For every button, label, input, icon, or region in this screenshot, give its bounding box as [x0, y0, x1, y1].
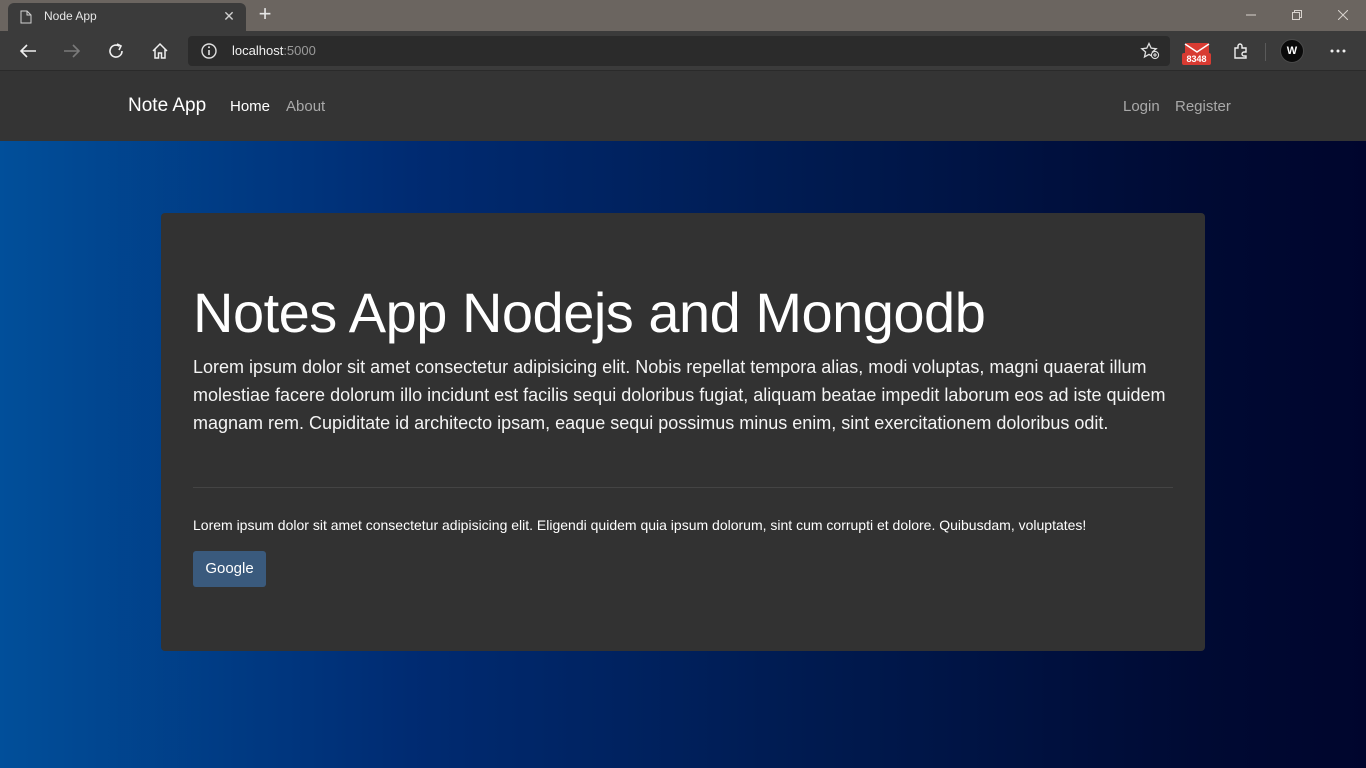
mail-count-badge: 8348: [1182, 53, 1211, 65]
window-close-icon[interactable]: [1320, 0, 1366, 30]
add-favorite-icon[interactable]: [1140, 42, 1160, 60]
browser-toolbar: localhost:5000 8348 W: [0, 31, 1366, 71]
nav-link-login[interactable]: Login: [1123, 98, 1160, 115]
lead-paragraph: Lorem ipsum dolor sit amet consectetur a…: [193, 357, 1166, 433]
restore-icon[interactable]: [1274, 0, 1320, 30]
minimize-icon[interactable]: [1228, 0, 1274, 30]
nav-link-about[interactable]: About: [286, 98, 325, 115]
extensions-icon[interactable]: [1225, 35, 1257, 67]
url-text: localhost:5000: [232, 43, 316, 58]
tab-title: Node App: [44, 9, 97, 23]
refresh-icon[interactable]: [100, 35, 132, 67]
toolbar-divider: [1265, 43, 1266, 61]
page-title: Notes App Nodejs and Mongodb: [193, 281, 986, 344]
new-tab-icon[interactable]: +: [254, 3, 276, 27]
address-bar[interactable]: localhost:5000: [188, 36, 1170, 66]
browser-tab[interactable]: Node App ✕: [8, 3, 246, 31]
google-button[interactable]: Google: [193, 551, 266, 587]
jumbotron-card: Notes App Nodejs and Mongodb Lorem ipsum…: [161, 213, 1205, 651]
forward-icon[interactable]: [56, 35, 88, 67]
page-viewport: Note App Home About Login Register Notes…: [0, 71, 1366, 768]
profile-avatar[interactable]: W: [1280, 39, 1304, 63]
back-icon[interactable]: [12, 35, 44, 67]
info-icon[interactable]: [200, 42, 218, 60]
page-icon: [20, 10, 32, 24]
body-paragraph: Lorem ipsum dolor sit amet consectetur a…: [193, 517, 1087, 533]
nav-link-register[interactable]: Register: [1175, 98, 1231, 115]
brand-link[interactable]: Note App: [128, 95, 206, 117]
close-tab-icon[interactable]: ✕: [220, 6, 238, 26]
navbar: Note App Home About Login Register: [0, 71, 1366, 141]
nav-link-home[interactable]: Home: [230, 98, 270, 115]
url-host: localhost: [232, 43, 284, 58]
browser-tab-strip: Node App ✕ +: [0, 0, 1366, 31]
url-port: :5000: [283, 43, 316, 58]
home-icon[interactable]: [144, 35, 176, 67]
more-options-icon[interactable]: [1322, 35, 1354, 67]
divider: [193, 487, 1173, 488]
